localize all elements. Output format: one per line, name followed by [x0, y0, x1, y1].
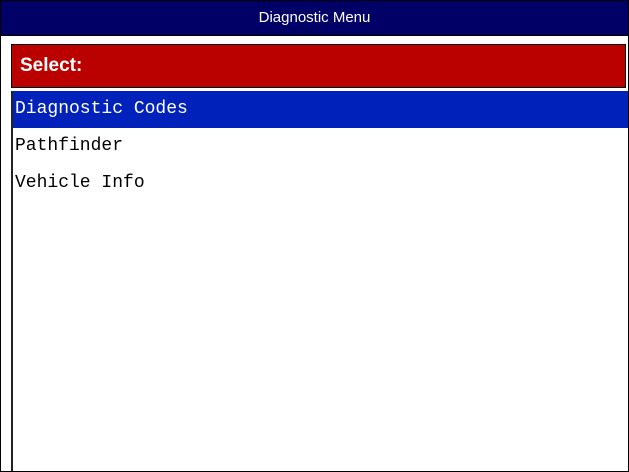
menu-item-diagnostic-codes[interactable]: Diagnostic Codes [13, 91, 628, 128]
window-title: Diagnostic Menu [1, 1, 628, 36]
menu-list: Diagnostic Codes Pathfinder Vehicle Info [11, 91, 628, 471]
select-header: Select: [11, 44, 626, 88]
diagnostic-menu-window: Diagnostic Menu Select: Diagnostic Codes… [0, 0, 629, 472]
menu-item-vehicle-info[interactable]: Vehicle Info [13, 165, 628, 202]
menu-item-pathfinder[interactable]: Pathfinder [13, 128, 628, 165]
